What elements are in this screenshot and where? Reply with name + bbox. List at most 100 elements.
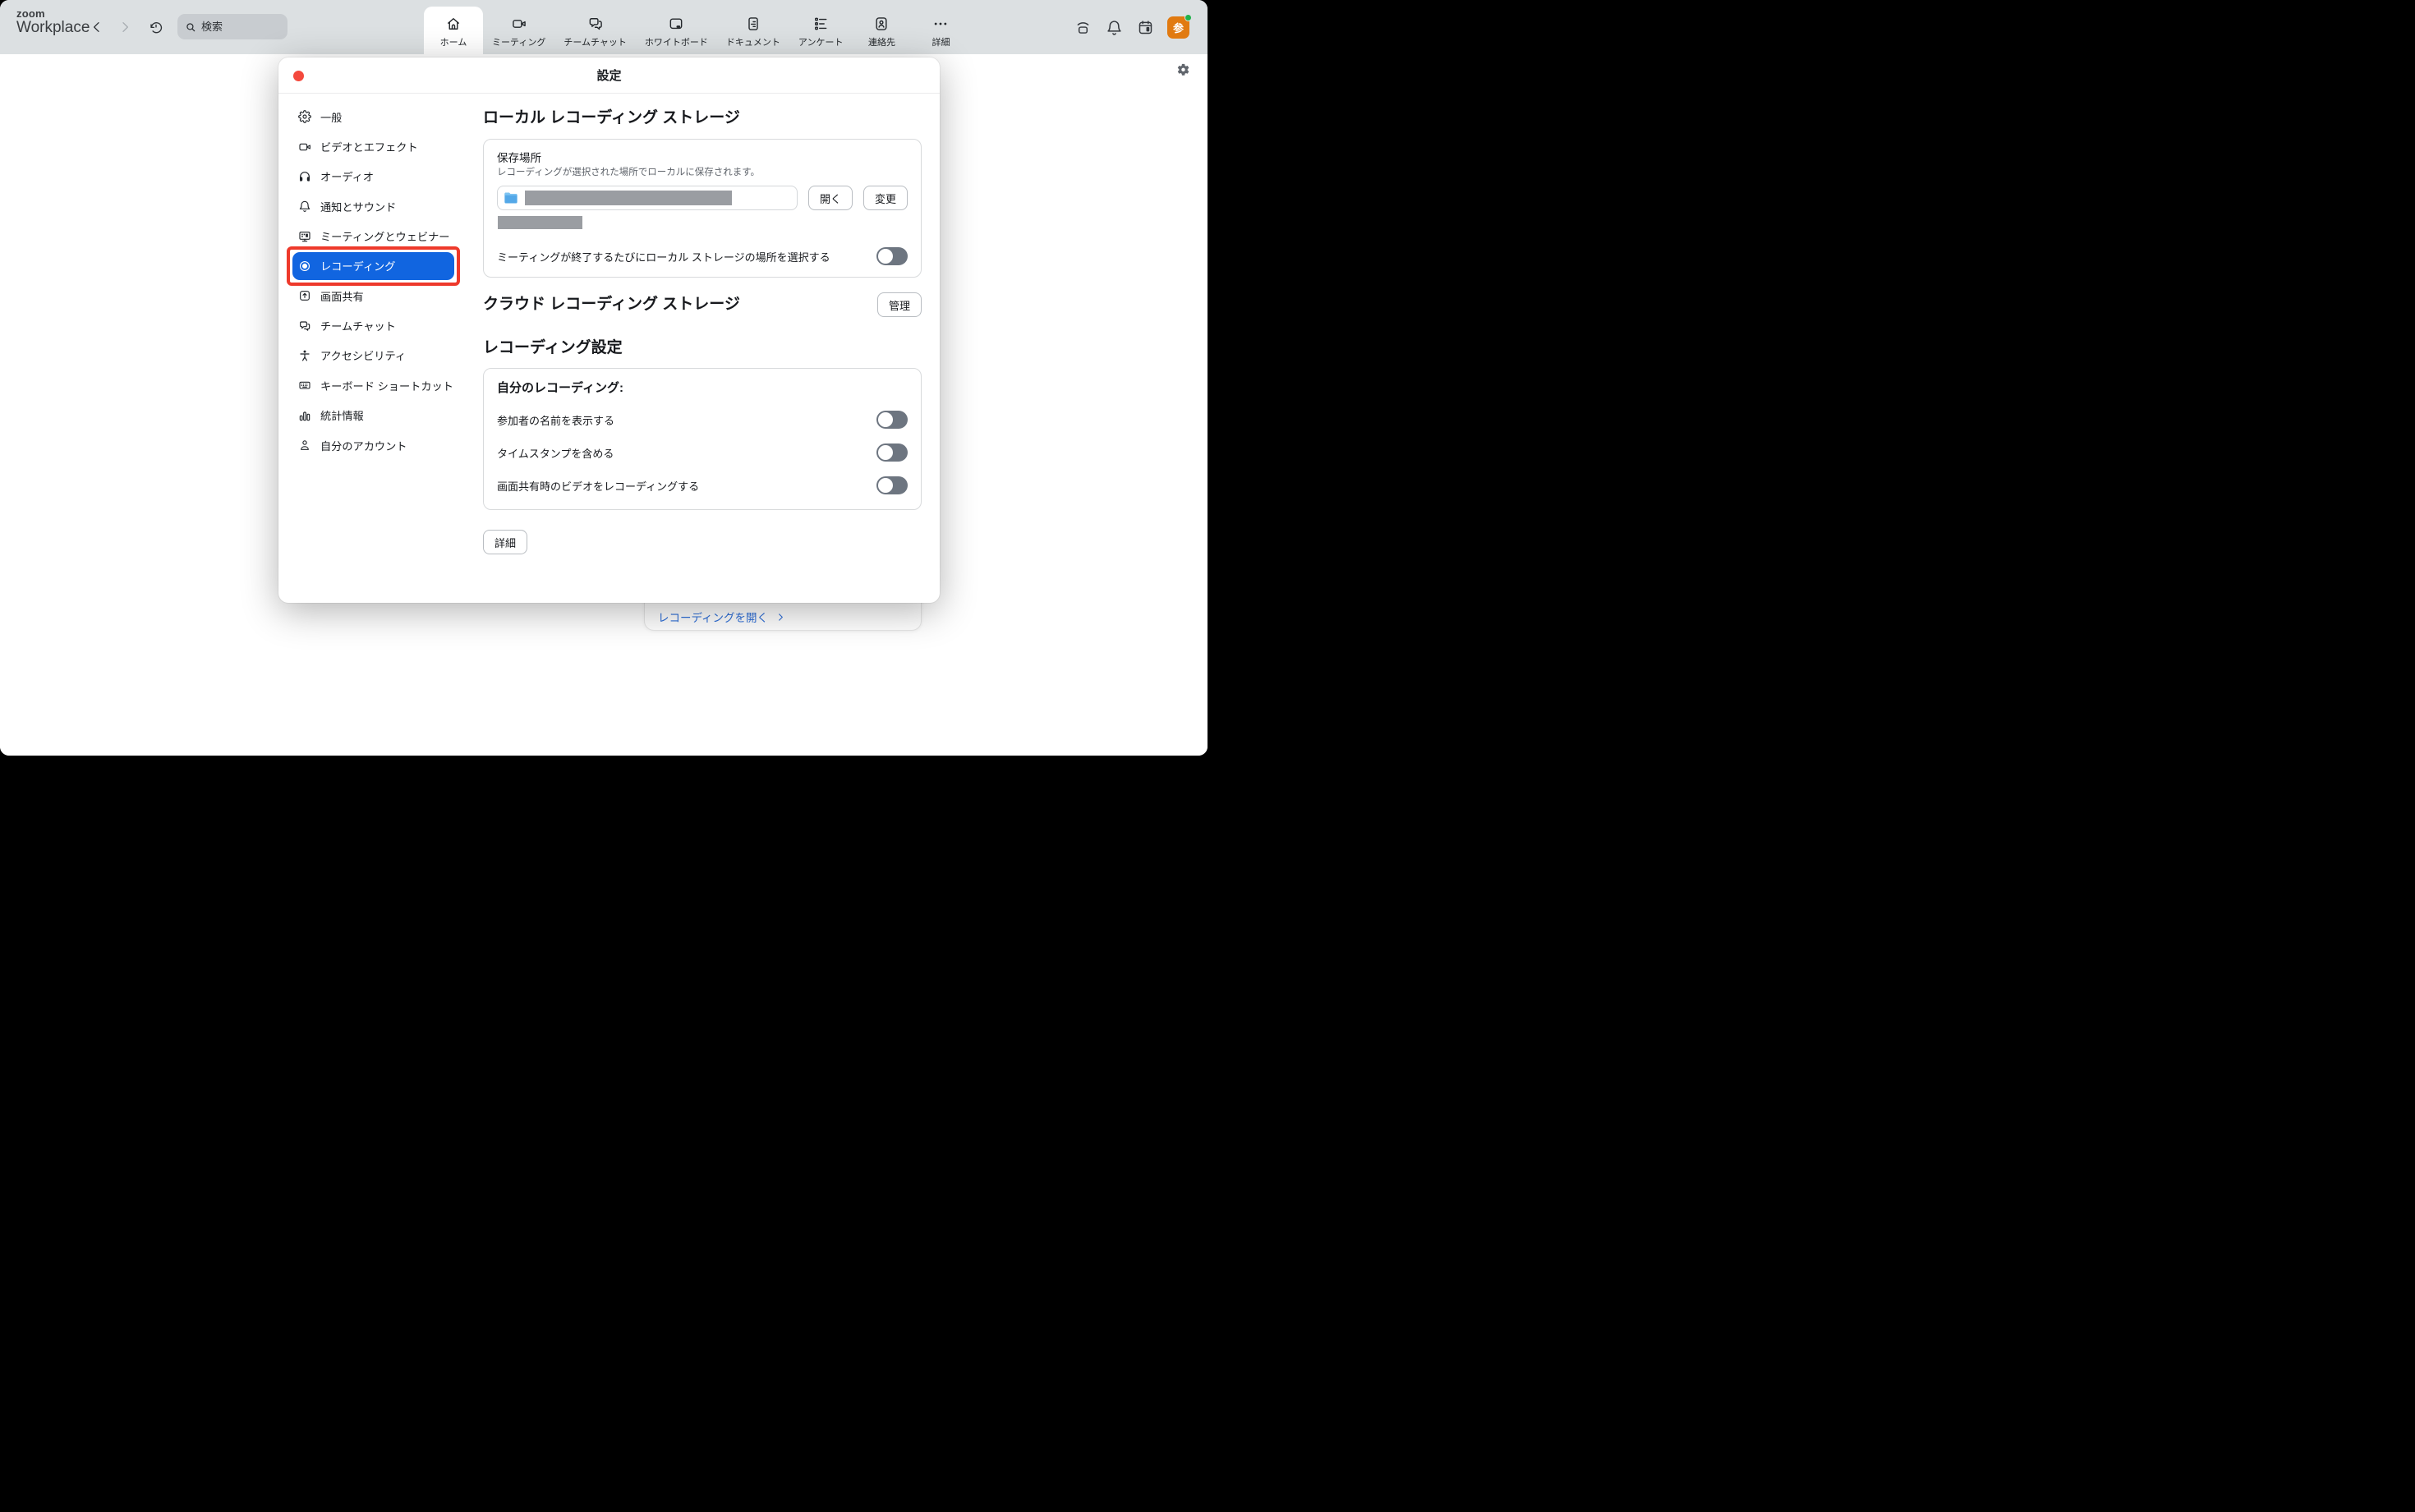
open-location-button[interactable]: 開く [808, 186, 853, 210]
cloud-storage-heading: クラウド レコーディング ストレージ [483, 295, 740, 315]
tab-team-chat[interactable]: チームチャット [554, 0, 636, 54]
tab-label: アンケート [798, 35, 844, 48]
sidebar-item-label: 統計情報 [320, 407, 364, 423]
logo-workplace: Workplace [16, 20, 90, 36]
dialog-title: 設定 [596, 67, 621, 84]
include-timestamp-toggle[interactable] [876, 443, 908, 462]
topbar-right-controls: 参 [1074, 0, 1189, 54]
settings-sidebar: 一般 ビデオとエフェクト オーディオ 通知とサウンド [278, 94, 469, 602]
sidebar-item-general[interactable]: 一般 [292, 102, 454, 131]
settings-dialog: 設定 一般 ビデオとエフェクト [278, 57, 940, 603]
sidebar-item-label: ビデオとエフェクト [320, 139, 418, 154]
save-location-description: レコーディングが選択された場所でローカルに保存されます。 [497, 166, 908, 179]
open-recordings-label: レコーディングを開く [658, 609, 768, 625]
sidebar-item-team-chat[interactable]: チームチャット [292, 310, 454, 340]
notifications-button[interactable] [1105, 18, 1123, 36]
main-tab-bar: ホーム ミーティング チームチャット ホワイトボード ドキュメント アンケート [424, 0, 970, 54]
tab-label: ホーム [440, 35, 467, 48]
tab-whiteboard[interactable]: ホワイトボード [636, 0, 717, 54]
record-video-during-share-toggle[interactable] [876, 476, 908, 494]
sidebar-item-video-effects[interactable]: ビデオとエフェクト [292, 131, 454, 161]
recording-path-field[interactable] [497, 186, 798, 210]
local-storage-heading: ローカル レコーディング ストレージ [483, 108, 922, 128]
redacted-path-text [525, 191, 732, 205]
choose-location-each-meeting-toggle[interactable] [876, 247, 908, 265]
choose-location-each-meeting-label: ミーティングが終了するたびにローカル ストレージの場所を選択する [497, 249, 830, 264]
record-icon [298, 260, 311, 273]
share-screen-icon [298, 289, 311, 302]
gear-icon [298, 110, 311, 123]
advanced-button[interactable]: 詳細 [483, 530, 527, 554]
change-location-button[interactable]: 変更 [863, 186, 908, 210]
bell-icon [1106, 19, 1123, 36]
sidebar-item-label: ミーティングとウェビナー [320, 228, 449, 244]
search-icon [185, 21, 196, 33]
calendar-button[interactable] [1136, 18, 1154, 36]
sidebar-item-label: 通知とサウンド [320, 199, 396, 214]
chevron-right-icon [776, 613, 785, 622]
sidebar-item-label: アクセシビリティ [320, 347, 406, 363]
record-video-during-share-label: 画面共有時のビデオをレコーディングする [497, 478, 699, 494]
top-bar: zoom Workplace ホーム ミーティング [0, 0, 1208, 54]
headphones-icon [298, 170, 311, 183]
sidebar-item-audio[interactable]: オーディオ [292, 162, 454, 191]
history-button[interactable] [145, 15, 168, 39]
avatar[interactable]: 参 [1167, 16, 1189, 39]
page-settings-button[interactable] [1176, 62, 1190, 80]
bell-icon [298, 200, 311, 213]
survey-icon [812, 16, 829, 32]
chevron-right-icon [118, 21, 131, 34]
sidebar-item-keyboard-shortcuts[interactable]: キーボード ショートカット [292, 370, 454, 400]
show-participant-names-toggle[interactable] [876, 411, 908, 429]
dialog-title-bar: 設定 [278, 57, 940, 94]
folder-icon [504, 191, 518, 205]
recording-settings-heading: レコーディング設定 [483, 338, 922, 358]
back-button[interactable] [85, 15, 108, 39]
sidebar-item-label: 画面共有 [320, 288, 364, 304]
forward-button[interactable] [113, 15, 136, 39]
search-box[interactable] [177, 14, 288, 39]
close-button[interactable] [293, 71, 304, 81]
sidebar-item-label: オーディオ [320, 168, 374, 184]
my-recordings-card: 自分のレコーディング: 参加者の名前を表示する タイムスタンプを含める 画面共有… [483, 368, 922, 510]
tab-contacts[interactable]: 連絡先 [852, 0, 911, 54]
sidebar-item-accessibility[interactable]: アクセシビリティ [292, 341, 454, 370]
tab-label: ホワイトボード [645, 35, 708, 48]
manage-cloud-storage-button[interactable]: 管理 [877, 292, 922, 317]
tab-label: ドキュメント [726, 35, 780, 48]
tab-home[interactable]: ホーム [424, 7, 483, 54]
tab-more[interactable]: 詳細 [911, 0, 970, 54]
sidebar-item-notifications-sounds[interactable]: 通知とサウンド [292, 191, 454, 221]
local-storage-card: 保存場所 レコーディングが選択された場所でローカルに保存されます。 開く 変更 [483, 139, 922, 278]
tab-label: ミーティング [492, 35, 545, 48]
chevron-left-icon [90, 21, 104, 34]
video-camera-icon [511, 16, 527, 32]
include-timestamp-label: タイムスタンプを含める [497, 445, 614, 461]
zoom-workplace-logo: zoom Workplace [16, 8, 90, 36]
home-icon [445, 16, 462, 32]
tab-surveys[interactable]: アンケート [789, 0, 853, 54]
sidebar-item-recording[interactable]: レコーディング [292, 252, 454, 280]
chat-bubbles-icon [298, 319, 311, 333]
sidebar-item-label: キーボード ショートカット [320, 378, 453, 393]
presence-dot [1184, 14, 1192, 21]
person-icon [298, 439, 311, 452]
connect-device-button[interactable] [1074, 18, 1092, 36]
tab-label: 詳細 [932, 35, 950, 48]
sidebar-item-statistics[interactable]: 統計情報 [292, 401, 454, 430]
avatar-initial: 参 [1173, 20, 1184, 35]
ellipsis-icon [932, 16, 949, 32]
video-camera-icon [298, 140, 311, 154]
tab-meetings[interactable]: ミーティング [483, 0, 554, 54]
sidebar-item-screen-share[interactable]: 画面共有 [292, 281, 454, 310]
tab-label: 連絡先 [868, 35, 895, 48]
sidebar-item-meetings-webinars[interactable]: ミーティングとウェビナー [292, 222, 454, 251]
sidebar-item-label: 一般 [320, 109, 342, 125]
sidebar-item-label: 自分のアカウント [320, 438, 407, 453]
rooms-device-icon [1074, 19, 1092, 36]
open-recordings-link[interactable]: レコーディングを開く [658, 609, 785, 625]
tab-docs[interactable]: ドキュメント [717, 0, 789, 54]
search-input[interactable] [201, 21, 280, 33]
bar-chart-icon [298, 409, 311, 422]
sidebar-item-my-account[interactable]: 自分のアカウント [292, 430, 454, 460]
